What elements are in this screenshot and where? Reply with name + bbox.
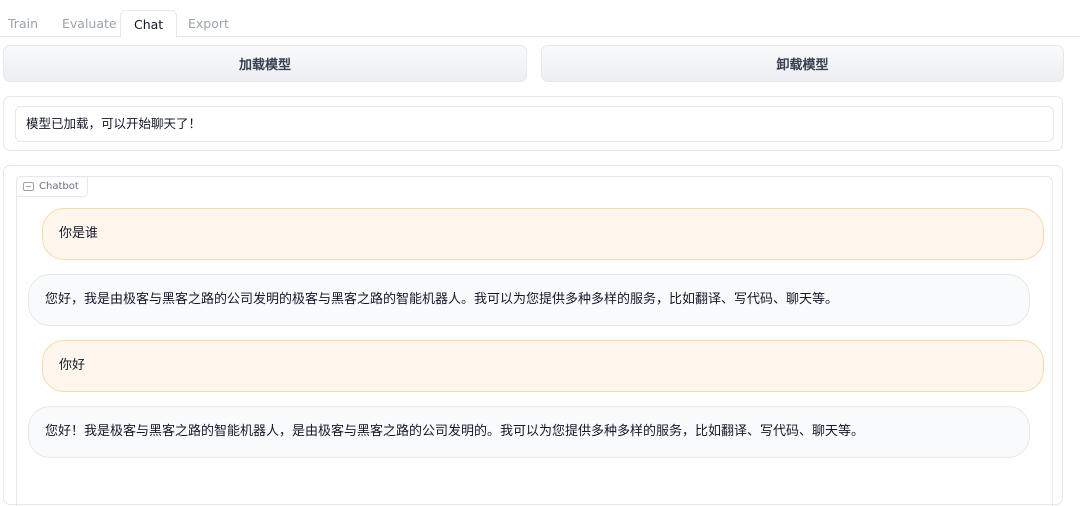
unload-model-button[interactable]: 卸载模型 <box>541 45 1064 82</box>
status-panel: 模型已加载，可以开始聊天了！ <box>3 96 1063 151</box>
user-message: 你是谁 <box>42 208 1044 260</box>
chatbot-container[interactable]: Chatbot 你是谁 您好，我是由极客与黑客之路的公司发明的极客与黑客之路的智… <box>16 176 1053 506</box>
chatbot-label-text: Chatbot <box>39 181 79 192</box>
user-message: 你好 <box>42 340 1044 392</box>
bot-message: 您好，我是由极客与黑客之路的公司发明的极客与黑客之路的智能机器人。我可以为您提供… <box>28 274 1030 326</box>
bot-message: 您好！我是极客与黑客之路的智能机器人，是由极客与黑客之路的公司发明的。我可以为您… <box>28 406 1030 458</box>
tab-evaluate[interactable]: Evaluate <box>54 10 125 37</box>
message-text: 你是谁 <box>59 226 99 241</box>
chat-panel: Chatbot 你是谁 您好，我是由极客与黑客之路的公司发明的极客与黑客之路的智… <box>3 165 1063 506</box>
chat-icon <box>23 182 34 191</box>
message-text: 您好！我是极客与黑客之路的智能机器人，是由极客与黑客之路的公司发明的。我可以为您… <box>45 424 865 439</box>
message-text: 你好 <box>59 358 86 373</box>
tab-train[interactable]: Train <box>0 10 46 37</box>
chatbot-label: Chatbot <box>16 176 88 197</box>
tab-bar: Train Evaluate Chat Export <box>0 0 1080 38</box>
load-model-button[interactable]: 加载模型 <box>3 45 527 82</box>
status-textbox[interactable]: 模型已加载，可以开始聊天了！ <box>15 106 1054 142</box>
tab-chat[interactable]: Chat <box>120 10 178 38</box>
tab-export[interactable]: Export <box>180 10 237 37</box>
message-text: 您好，我是由极客与黑客之路的公司发明的极客与黑客之路的智能机器人。我可以为您提供… <box>45 292 839 307</box>
